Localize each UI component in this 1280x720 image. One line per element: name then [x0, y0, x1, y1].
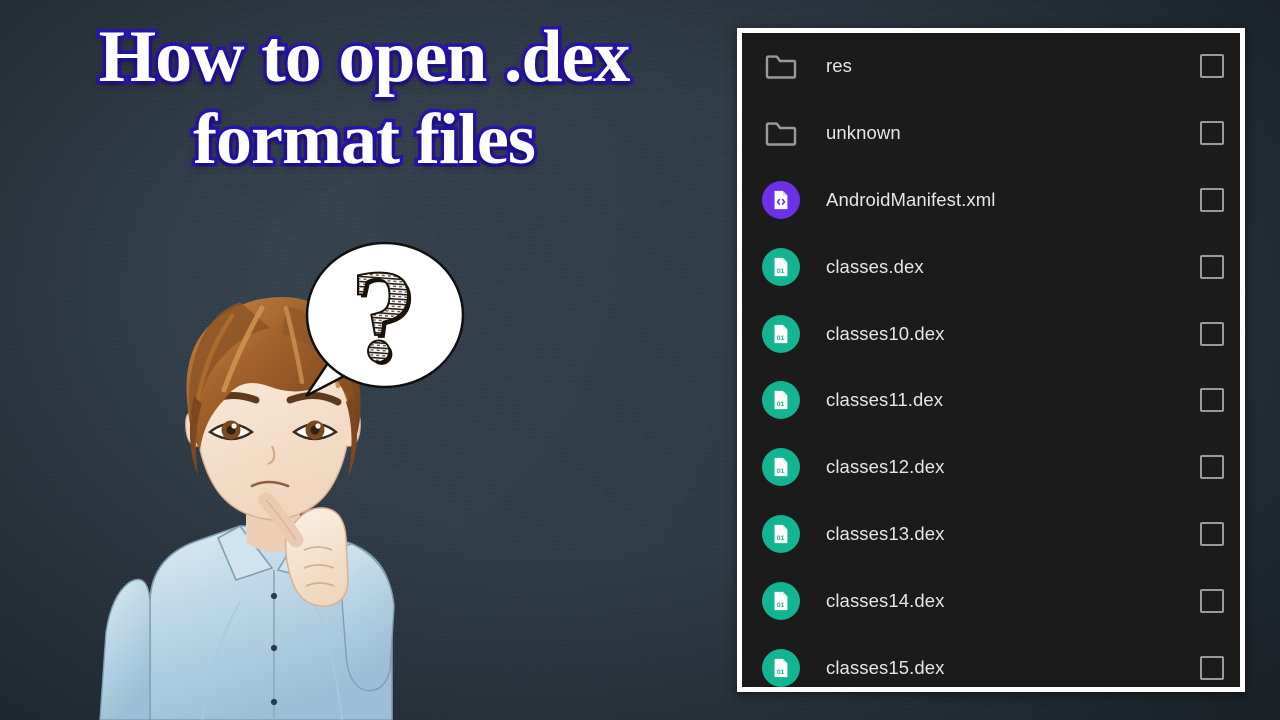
- dex-file-glyph: 01: [774, 458, 788, 477]
- file-row[interactable]: 01 classes11.dex: [742, 366, 1240, 434]
- file-select-checkbox[interactable]: [1200, 521, 1224, 546]
- file-select-checkbox[interactable]: [1200, 187, 1224, 212]
- file-row[interactable]: 01 classes12.dex: [742, 433, 1240, 501]
- file-name-label: classes10.dex: [826, 322, 945, 344]
- svg-text:01: 01: [777, 401, 785, 408]
- file-manager-panel: res unknown AndroidManifest.xml 01 class…: [737, 28, 1245, 692]
- file-select-checkbox[interactable]: [1200, 321, 1224, 346]
- svg-text:01: 01: [777, 669, 785, 676]
- svg-text:?: ?: [350, 242, 416, 389]
- svg-text:01: 01: [777, 268, 785, 275]
- dex-file-glyph: 01: [774, 524, 788, 544]
- dex-file-icon: 01: [758, 247, 804, 286]
- file-name-label: classes12.dex: [826, 456, 945, 478]
- file-row[interactable]: 01 classes15.dex: [742, 634, 1240, 687]
- svg-text:01: 01: [777, 335, 785, 342]
- dex-file-icon: 01: [758, 581, 804, 620]
- file-name-label: classes15.dex: [826, 656, 945, 678]
- file-list[interactable]: res unknown AndroidManifest.xml 01 class…: [742, 33, 1240, 687]
- file-row[interactable]: res: [742, 33, 1240, 100]
- file-name-label: AndroidManifest.xml: [826, 188, 996, 210]
- file-select-checkbox[interactable]: [1200, 121, 1224, 146]
- file-name-label: classes13.dex: [826, 522, 945, 544]
- file-select-checkbox[interactable]: [1200, 388, 1224, 413]
- file-name-label: res: [826, 55, 852, 77]
- dex-file-icon: 01: [758, 514, 804, 553]
- file-row[interactable]: 01 classes13.dex: [742, 500, 1240, 568]
- file-name-label: unknown: [826, 122, 901, 144]
- folder-icon-glyph: [765, 55, 797, 80]
- thought-bubble: ? ?: [292, 238, 470, 403]
- dex-file-glyph: 01: [774, 324, 788, 343]
- file-name-label: classes.dex: [826, 255, 924, 277]
- folder-icon: [758, 120, 804, 146]
- file-select-checkbox[interactable]: [1200, 254, 1224, 279]
- svg-text:01: 01: [777, 535, 785, 542]
- folder-icon: [758, 53, 804, 80]
- file-row[interactable]: AndroidManifest.xml: [742, 166, 1240, 234]
- dex-file-glyph: 01: [774, 658, 788, 677]
- shirt: [99, 524, 395, 720]
- xml-file-icon: [758, 180, 804, 219]
- file-name-label: classes14.dex: [826, 589, 945, 611]
- svg-text:01: 01: [777, 468, 785, 475]
- dex-file-icon: 01: [758, 381, 804, 420]
- file-select-checkbox[interactable]: [1200, 588, 1224, 613]
- file-select-checkbox[interactable]: [1200, 655, 1224, 680]
- dex-file-glyph: 01: [774, 591, 788, 610]
- dex-file-glyph: 01: [774, 391, 788, 410]
- dex-file-icon: 01: [758, 648, 804, 687]
- file-row[interactable]: 01 classes10.dex: [742, 300, 1240, 367]
- svg-text:01: 01: [777, 602, 785, 609]
- folder-icon-glyph: [765, 122, 797, 146]
- dex-file-icon: 01: [758, 314, 804, 353]
- xml-file-glyph: [774, 190, 788, 210]
- dex-file-glyph: 01: [774, 257, 788, 276]
- file-select-checkbox[interactable]: [1200, 54, 1224, 79]
- file-row[interactable]: 01 classes.dex: [742, 233, 1240, 301]
- file-row[interactable]: unknown: [742, 99, 1240, 167]
- file-row[interactable]: 01 classes14.dex: [742, 567, 1240, 635]
- dex-file-icon: 01: [758, 448, 804, 487]
- file-name-label: classes11.dex: [826, 389, 944, 411]
- file-select-checkbox[interactable]: [1200, 455, 1224, 480]
